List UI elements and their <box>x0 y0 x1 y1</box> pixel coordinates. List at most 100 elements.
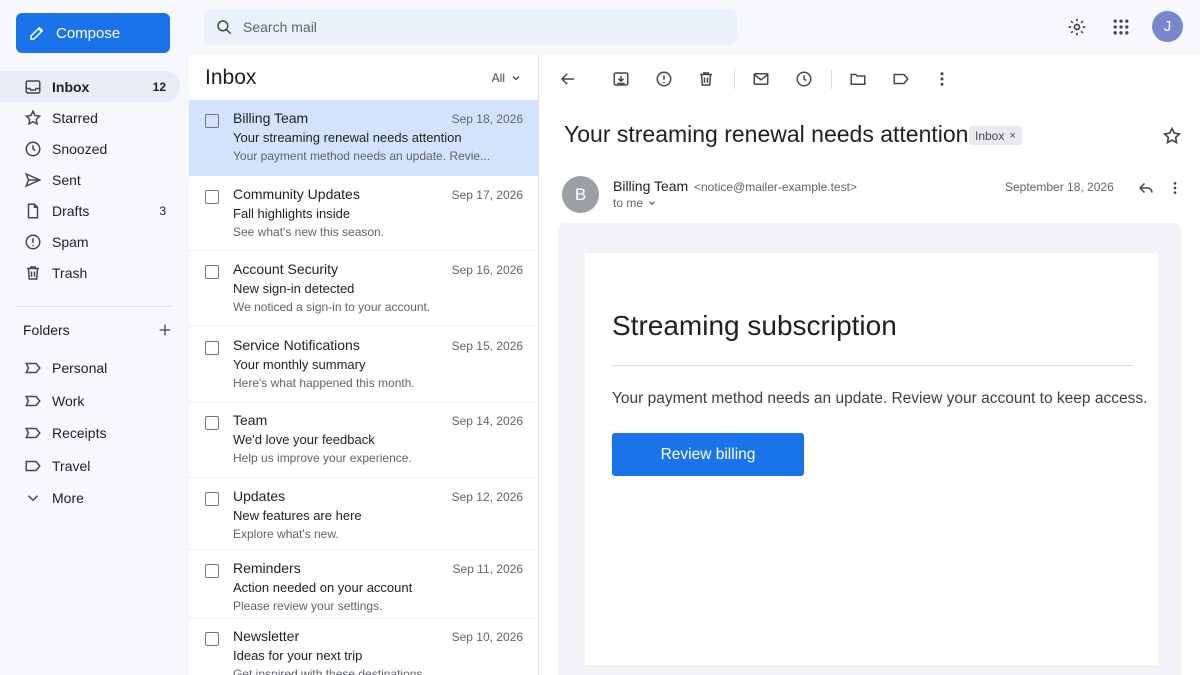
folder-label: Receipts <box>52 425 107 442</box>
message-row[interactable]: Billing Team Sep 18, 2026 Your streaming… <box>189 100 538 176</box>
toolbar-divider <box>831 69 832 89</box>
folder-item-personal[interactable]: Personal <box>0 352 180 385</box>
row-date: Sep 10, 2026 <box>451 629 523 644</box>
message-row[interactable]: Community Updates Sep 17, 2026 Fall high… <box>189 176 538 251</box>
list-filter-dropdown[interactable]: All <box>492 71 522 85</box>
more-vert-icon[interactable] <box>933 70 951 88</box>
review-billing-button[interactable]: Review billing <box>612 433 804 476</box>
row-sender: Billing Team <box>233 110 309 126</box>
row-date: Sep 16, 2026 <box>451 263 523 277</box>
message-row[interactable]: Updates Sep 12, 2026 New features are he… <box>189 478 538 550</box>
move-to-folder-icon[interactable] <box>849 70 867 88</box>
nav-item-sent[interactable]: Sent <box>0 164 180 195</box>
email-divider <box>612 365 1133 366</box>
chevron-down-icon <box>24 489 42 507</box>
row-checkbox[interactable] <box>205 265 219 279</box>
row-checkbox[interactable] <box>205 491 219 506</box>
gear-icon[interactable] <box>1067 17 1087 37</box>
row-checkbox[interactable] <box>205 416 219 430</box>
folder-item-receipts[interactable]: Receipts <box>0 417 180 450</box>
row-subject: Your monthly summary <box>233 356 366 372</box>
nav-label: Trash <box>52 264 88 281</box>
row-checkbox[interactable] <box>205 114 219 128</box>
nav-item-snoozed[interactable]: Snoozed <box>0 133 180 164</box>
star-icon <box>24 109 42 127</box>
row-snippet: Help us improve your experience. <box>233 451 412 465</box>
recipient-toggle[interactable]: to me <box>613 196 657 210</box>
search-bar[interactable] <box>204 9 737 45</box>
sidebar: Compose Inbox 12 Starred Snoozed Sent Dr… <box>0 0 188 675</box>
nav-item-spam[interactable]: Spam <box>0 226 180 257</box>
spam-icon <box>24 233 42 251</box>
more-vert-icon[interactable] <box>1167 179 1183 197</box>
row-date: Sep 17, 2026 <box>451 187 523 202</box>
folder-label: Travel <box>52 457 91 474</box>
row-subject: New features are here <box>233 507 362 523</box>
remove-label-icon[interactable]: × <box>1009 130 1015 142</box>
email-content-card: Streaming subscription Your payment meth… <box>585 253 1158 665</box>
folder-item-work[interactable]: Work <box>0 385 180 418</box>
snooze-clock-icon[interactable] <box>795 70 813 88</box>
nav-label: Drafts <box>52 202 90 219</box>
delete-icon[interactable] <box>697 70 715 88</box>
apps-grid-icon[interactable] <box>1111 17 1131 37</box>
folder-item-more[interactable]: More <box>0 482 180 515</box>
sender-avatar: B <box>562 176 599 213</box>
toolbar-divider <box>734 69 735 89</box>
row-subject: Action needed on your account <box>233 579 413 595</box>
folders-heading: Folders <box>23 322 70 338</box>
draft-icon <box>24 202 42 220</box>
row-snippet: See what's new this season. <box>233 224 385 239</box>
search-input[interactable] <box>243 19 703 35</box>
email-heading: Streaming subscription <box>612 310 897 341</box>
row-snippet: Get inspired with these destinations. <box>233 666 426 675</box>
message-row[interactable]: Service Notifications Sep 15, 2026 Your … <box>189 327 538 402</box>
folder-label: Personal <box>52 360 108 377</box>
nav-item-starred[interactable]: Starred <box>0 102 180 133</box>
row-checkbox[interactable] <box>205 563 219 578</box>
chevron-down-icon <box>643 198 657 208</box>
compose-label: Compose <box>56 24 121 42</box>
back-arrow-icon[interactable] <box>559 70 577 88</box>
row-date: Sep 11, 2026 <box>452 561 523 576</box>
star-icon[interactable] <box>1162 126 1182 146</box>
row-sender: Service Notifications <box>233 336 360 353</box>
row-snippet: Your payment method needs an update. Rev… <box>233 149 491 163</box>
list-header: Inbox All <box>189 55 538 100</box>
nav-item-inbox[interactable]: Inbox 12 <box>0 71 180 102</box>
compose-button[interactable]: Compose <box>16 13 170 53</box>
message-row[interactable]: Account Security Sep 16, 2026 New sign-i… <box>189 251 538 327</box>
folder-item-travel[interactable]: Travel <box>0 450 180 483</box>
message-toolbar <box>540 55 1200 103</box>
report-spam-icon[interactable] <box>655 70 673 88</box>
row-checkbox[interactable] <box>205 340 219 355</box>
account-avatar[interactable]: J <box>1152 11 1183 42</box>
row-sender: Newsletter <box>233 627 300 644</box>
nav-label: Sent <box>52 171 81 188</box>
message-row[interactable]: Reminders Sep 11, 2026 Action needed on … <box>189 550 538 618</box>
row-date: Sep 14, 2026 <box>451 414 523 428</box>
message-row[interactable]: Newsletter Sep 10, 2026 Ideas for your n… <box>189 618 538 675</box>
row-subject: Ideas for your next trip <box>233 647 363 663</box>
archive-icon[interactable] <box>612 70 630 88</box>
reading-pane: Your streaming renewal needs attention I… <box>540 55 1200 675</box>
row-checkbox[interactable] <box>205 189 219 204</box>
reply-icon[interactable] <box>1137 179 1155 197</box>
mark-unread-icon[interactable] <box>752 70 770 88</box>
search-icon[interactable] <box>215 18 233 36</box>
sender-name: Billing Team <box>613 178 689 194</box>
sidebar-divider <box>16 306 172 307</box>
row-sender: Reminders <box>233 559 301 576</box>
nav-count: 12 <box>152 79 166 94</box>
row-sender: Team <box>233 412 268 428</box>
nav-item-trash[interactable]: Trash <box>0 257 180 288</box>
inbox-icon <box>24 78 42 96</box>
row-checkbox[interactable] <box>205 631 219 646</box>
add-folder-icon[interactable] <box>157 322 173 338</box>
row-snippet: Explore what's new. <box>233 526 339 541</box>
label-icon <box>24 392 42 410</box>
label-icon <box>24 424 42 442</box>
nav-item-drafts[interactable]: Drafts 3 <box>0 195 180 226</box>
message-row[interactable]: Team Sep 14, 2026 We'd love your feedbac… <box>189 402 538 478</box>
label-icon[interactable] <box>892 70 910 88</box>
